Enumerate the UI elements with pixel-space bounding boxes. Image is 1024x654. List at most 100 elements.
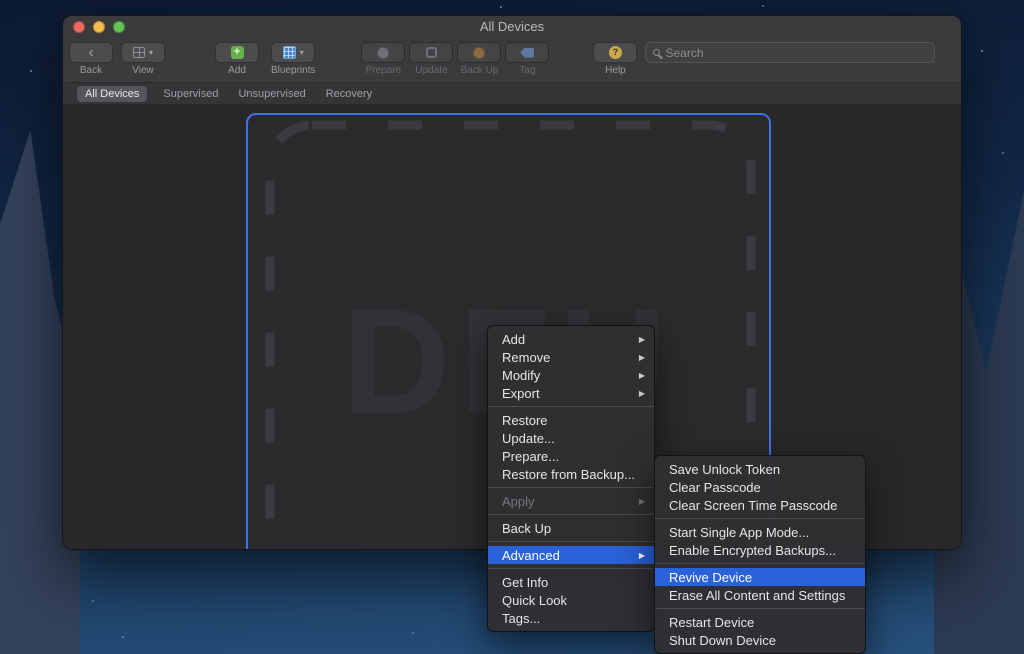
tab-all-devices[interactable]: All Devices xyxy=(77,86,147,102)
context-menu-item-update[interactable]: Update... xyxy=(488,429,654,447)
add-label: Add xyxy=(228,65,246,76)
menu-item-label: Get Info xyxy=(502,575,548,590)
tab-unsupervised[interactable]: Unsupervised xyxy=(238,88,305,100)
menu-item-label: Quick Look xyxy=(502,593,567,608)
toolbar-view: ▾ View xyxy=(121,42,165,76)
context-menu-item-tags[interactable]: Tags... xyxy=(488,609,654,627)
menu-item-label: Revive Device xyxy=(669,570,752,585)
zoom-button[interactable] xyxy=(113,21,125,33)
submenu-arrow-icon: ▶ xyxy=(613,353,645,362)
backup-icon xyxy=(473,47,485,59)
toolbar-backup: Back Up xyxy=(457,42,501,76)
help-label: Help xyxy=(605,65,626,76)
menu-item-label: Clear Screen Time Passcode xyxy=(669,498,837,513)
help-question-icon: ? xyxy=(609,46,622,59)
menu-separator xyxy=(655,608,865,609)
context-menu-item-get-info[interactable]: Get Info xyxy=(488,573,654,591)
update-button[interactable] xyxy=(409,42,453,63)
blueprints-button[interactable]: ▾ xyxy=(271,42,315,63)
submenu-arrow-icon: ▶ xyxy=(613,389,645,398)
search-input[interactable] xyxy=(665,46,927,60)
search-icon xyxy=(653,49,660,56)
add-button[interactable]: + xyxy=(215,42,259,63)
submenu-item-restart-device[interactable]: Restart Device xyxy=(655,613,865,631)
advanced-submenu: Save Unlock Token Clear Passcode Clear Scr… xyxy=(654,455,866,654)
menu-separator xyxy=(488,514,654,515)
help-button[interactable]: ? xyxy=(593,42,637,63)
back-label: Back xyxy=(80,65,102,76)
title-bar: All Devices xyxy=(63,16,961,38)
tab-supervised[interactable]: Supervised xyxy=(163,88,218,100)
prepare-button[interactable] xyxy=(361,42,405,63)
menu-item-label: Shut Down Device xyxy=(669,633,776,648)
context-menu-item-modify[interactable]: Modify▶ xyxy=(488,366,654,384)
tag-button[interactable] xyxy=(505,42,549,63)
submenu-item-enable-encrypted-backups[interactable]: Enable Encrypted Backups... xyxy=(655,541,865,559)
menu-item-label: Enable Encrypted Backups... xyxy=(669,543,836,558)
toolbar-help: ? Help xyxy=(593,42,637,76)
tag-icon xyxy=(520,48,534,58)
context-menu-item-export[interactable]: Export ▶ xyxy=(488,384,654,402)
chevron-down-icon: ▾ xyxy=(300,48,304,57)
update-icon xyxy=(426,47,437,58)
submenu-item-clear-screen-time-passcode[interactable]: Clear Screen Time Passcode xyxy=(655,496,865,514)
context-menu-item-advanced[interactable]: Advanced▶ xyxy=(488,546,654,564)
toolbar-back: ‹ Back xyxy=(69,42,113,76)
context-menu-item-quick-look[interactable]: Quick Look xyxy=(488,591,654,609)
toolbar: ‹ Back ▾ View + Add ▾ Blueprints xyxy=(63,38,961,82)
menu-item-label: Add xyxy=(502,332,525,347)
toolbar-blueprints: ▾ Blueprints xyxy=(271,42,315,76)
context-menu-item-add[interactable]: Add ▶ xyxy=(488,330,654,348)
submenu-arrow-icon: ▶ xyxy=(613,497,645,506)
prepare-label: Prepare xyxy=(366,65,402,76)
menu-item-label: Modify xyxy=(502,368,540,383)
submenu-item-start-single-app-mode[interactable]: Start Single App Mode... xyxy=(655,523,865,541)
toolbar-add: + Add xyxy=(215,42,259,76)
tab-recovery[interactable]: Recovery xyxy=(326,88,372,100)
toolbar-prepare: Prepare xyxy=(361,42,405,76)
menu-item-label: Back Up xyxy=(502,521,551,536)
context-menu-item-prepare[interactable]: Prepare... xyxy=(488,447,654,465)
submenu-arrow-icon: ▶ xyxy=(613,335,645,344)
menu-item-label: Start Single App Mode... xyxy=(669,525,809,540)
submenu-item-revive-device[interactable]: Revive Device xyxy=(655,568,865,586)
context-menu-item-restore-from-backup[interactable]: Restore from Backup... xyxy=(488,465,654,483)
chevron-down-icon: ▾ xyxy=(149,48,153,57)
menu-item-label: Clear Passcode xyxy=(669,480,761,495)
blueprints-label: Blueprints xyxy=(271,65,315,76)
context-menu: Add▶Remove▶Modify▶Export▶RestoreUpdate..… xyxy=(487,325,655,632)
submenu-item-shut-down-device[interactable]: Shut Down Device xyxy=(655,631,865,649)
view-label: View xyxy=(132,65,154,76)
back-chevron-icon: ‹ xyxy=(88,46,93,60)
update-label: Update xyxy=(415,65,447,76)
back-button[interactable]: ‹ xyxy=(69,42,113,63)
blueprints-grid-icon xyxy=(283,46,296,59)
menu-item-label: Export xyxy=(502,386,540,401)
menu-item-label: Restore from Backup... xyxy=(502,467,635,482)
backup-button[interactable] xyxy=(457,42,501,63)
context-menu-item-apply: Apply▶ xyxy=(488,492,654,510)
context-menu-item-restore[interactable]: Restore xyxy=(488,411,654,429)
traffic-lights xyxy=(73,21,125,33)
minimize-button[interactable] xyxy=(93,21,105,33)
add-plus-icon: + xyxy=(231,46,244,59)
close-button[interactable] xyxy=(73,21,85,33)
menu-separator xyxy=(488,487,654,488)
menu-separator xyxy=(655,563,865,564)
context-menu-item-remove[interactable]: Remove ▶ xyxy=(488,348,654,366)
menu-item-label: Tags... xyxy=(502,611,540,626)
context-menu-item-back-up[interactable]: Back Up xyxy=(488,519,654,537)
window-title: All Devices xyxy=(63,16,961,38)
menu-item-label: Erase All Content and Settings xyxy=(669,588,845,603)
menu-separator xyxy=(488,568,654,569)
menu-item-label: Restore xyxy=(502,413,548,428)
menu-item-label: Remove xyxy=(502,350,550,365)
toolbar-update: Update xyxy=(409,42,453,76)
submenu-item-clear-passcode[interactable]: Clear Passcode xyxy=(655,478,865,496)
submenu-item-save-unlock-token[interactable]: Save Unlock Token xyxy=(655,460,865,478)
view-button[interactable]: ▾ xyxy=(121,42,165,63)
menu-separator xyxy=(488,541,654,542)
search-field[interactable] xyxy=(645,42,935,63)
menu-separator xyxy=(488,406,654,407)
submenu-item-erase-all-content-and-settings[interactable]: Erase All Content and Settings xyxy=(655,586,865,604)
